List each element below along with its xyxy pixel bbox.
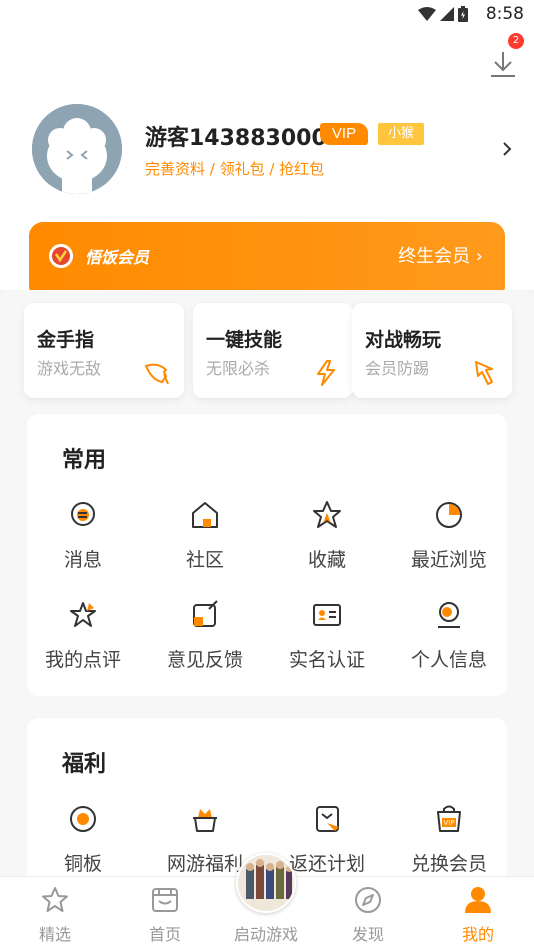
feature-title: 一键技能 xyxy=(206,329,283,351)
username: 游客143883000 xyxy=(145,126,327,151)
svg-text:VIP: VIP xyxy=(443,819,454,827)
nav-label: 发现 xyxy=(351,925,384,944)
star-icon xyxy=(42,887,68,912)
nav-tab-mine[interactable]: 我的 xyxy=(438,885,518,949)
wifi-icon xyxy=(418,7,436,21)
feature-card-cheat[interactable]: 金手指 游戏无敌 xyxy=(24,303,184,398)
person-icon xyxy=(438,602,460,628)
grid-item-recent[interactable]: 最近浏览 xyxy=(389,499,509,589)
user-icon xyxy=(465,887,491,913)
nav-label: 首页 xyxy=(148,925,181,944)
nav-tab-featured[interactable]: 精选 xyxy=(15,885,95,949)
section-title: 福利 xyxy=(62,752,107,777)
status-time: 8:58 xyxy=(485,4,524,24)
grid-label: 收藏 xyxy=(307,549,346,571)
grid-label: 个人信息 xyxy=(410,649,487,671)
feature-subtitle: 无限必杀 xyxy=(206,359,271,378)
grid-label: 我的点评 xyxy=(44,649,121,671)
pointer-icon xyxy=(475,361,493,385)
compass-icon xyxy=(355,887,381,913)
message-icon xyxy=(71,502,95,526)
vip-logo-icon xyxy=(49,244,73,268)
grid-label: 意见反馈 xyxy=(166,649,243,671)
status-bar: 8:58 xyxy=(0,0,534,28)
grid-item-review[interactable]: 我的点评 xyxy=(23,599,143,689)
coin-icon xyxy=(70,806,96,832)
profile-links[interactable]: 完善资料 / 领礼包 / 抢红包 xyxy=(145,158,324,179)
member-banner[interactable]: 悟饭会员 终生会员 › xyxy=(29,222,505,300)
grid-label: 铜板 xyxy=(63,853,102,875)
grid-item-feedback[interactable]: 意见反馈 xyxy=(145,599,265,689)
avatar[interactable] xyxy=(32,104,122,194)
grid-label: 实名认证 xyxy=(288,649,365,671)
nav-label: 精选 xyxy=(38,925,71,944)
refund-icon xyxy=(316,806,339,832)
feature-card-battle[interactable]: 对战畅玩 会员防踢 xyxy=(352,303,512,398)
feature-subtitle: 游戏无敌 xyxy=(37,359,102,378)
id-card-icon xyxy=(313,604,341,626)
avatar-placeholder-icon xyxy=(32,104,122,194)
grid-item-id-verify[interactable]: 实名认证 xyxy=(267,599,387,689)
grid-label: 兑换会员 xyxy=(410,853,487,875)
nav-tab-discover[interactable]: 发现 xyxy=(328,885,408,949)
section-title: 常用 xyxy=(62,448,107,473)
profile-header: 8:58 2 游客143883000 VIP 小猴 完善资料 / 领礼包 / 抢… xyxy=(0,0,534,300)
nav-label: 启动游戏 xyxy=(233,925,298,944)
gift-crown-icon xyxy=(193,809,217,832)
lightning-icon xyxy=(317,360,335,386)
shop-icon xyxy=(152,888,178,912)
vip-badge[interactable]: VIP xyxy=(320,123,368,145)
community-icon xyxy=(192,502,218,528)
grid-item-personal-info[interactable]: 个人信息 xyxy=(389,599,509,689)
wing-icon xyxy=(144,363,169,385)
signal-icon xyxy=(440,7,454,21)
level-tag: 小猴 xyxy=(378,123,424,145)
nav-tab-home[interactable]: 首页 xyxy=(125,885,205,949)
member-title: 悟饭会员 xyxy=(85,248,150,267)
vip-bag-icon: VIP xyxy=(437,805,461,832)
review-icon xyxy=(70,602,96,627)
status-icons xyxy=(418,6,468,22)
download-icon[interactable] xyxy=(486,48,520,82)
common-section: 常用 消息 社区 收藏 最近浏览 我的点评 意见反馈 实名认证 个人信息 xyxy=(27,414,507,696)
nav-label: 我的 xyxy=(461,925,494,944)
chevron-right-icon[interactable] xyxy=(498,140,516,158)
launch-game-button[interactable] xyxy=(236,853,296,913)
grid-item-favorite[interactable]: 收藏 xyxy=(267,499,387,589)
feature-subtitle: 会员防踢 xyxy=(365,359,430,378)
favorite-icon xyxy=(313,501,341,528)
recent-icon xyxy=(436,502,462,528)
feature-card-skill[interactable]: 一键技能 无限必杀 xyxy=(193,303,353,398)
lifetime-member-link[interactable]: 终生会员 › xyxy=(398,242,483,268)
grid-label: 消息 xyxy=(63,549,102,571)
feature-title: 对战畅玩 xyxy=(365,329,442,351)
grid-item-message[interactable]: 消息 xyxy=(23,499,143,589)
grid-item-community[interactable]: 社区 xyxy=(145,499,265,589)
battery-icon xyxy=(458,6,468,22)
grid-label: 社区 xyxy=(185,549,224,571)
grid-label: 最近浏览 xyxy=(410,549,487,571)
download-badge: 2 xyxy=(508,33,524,49)
feature-title: 金手指 xyxy=(37,329,95,351)
feedback-icon xyxy=(193,600,218,627)
